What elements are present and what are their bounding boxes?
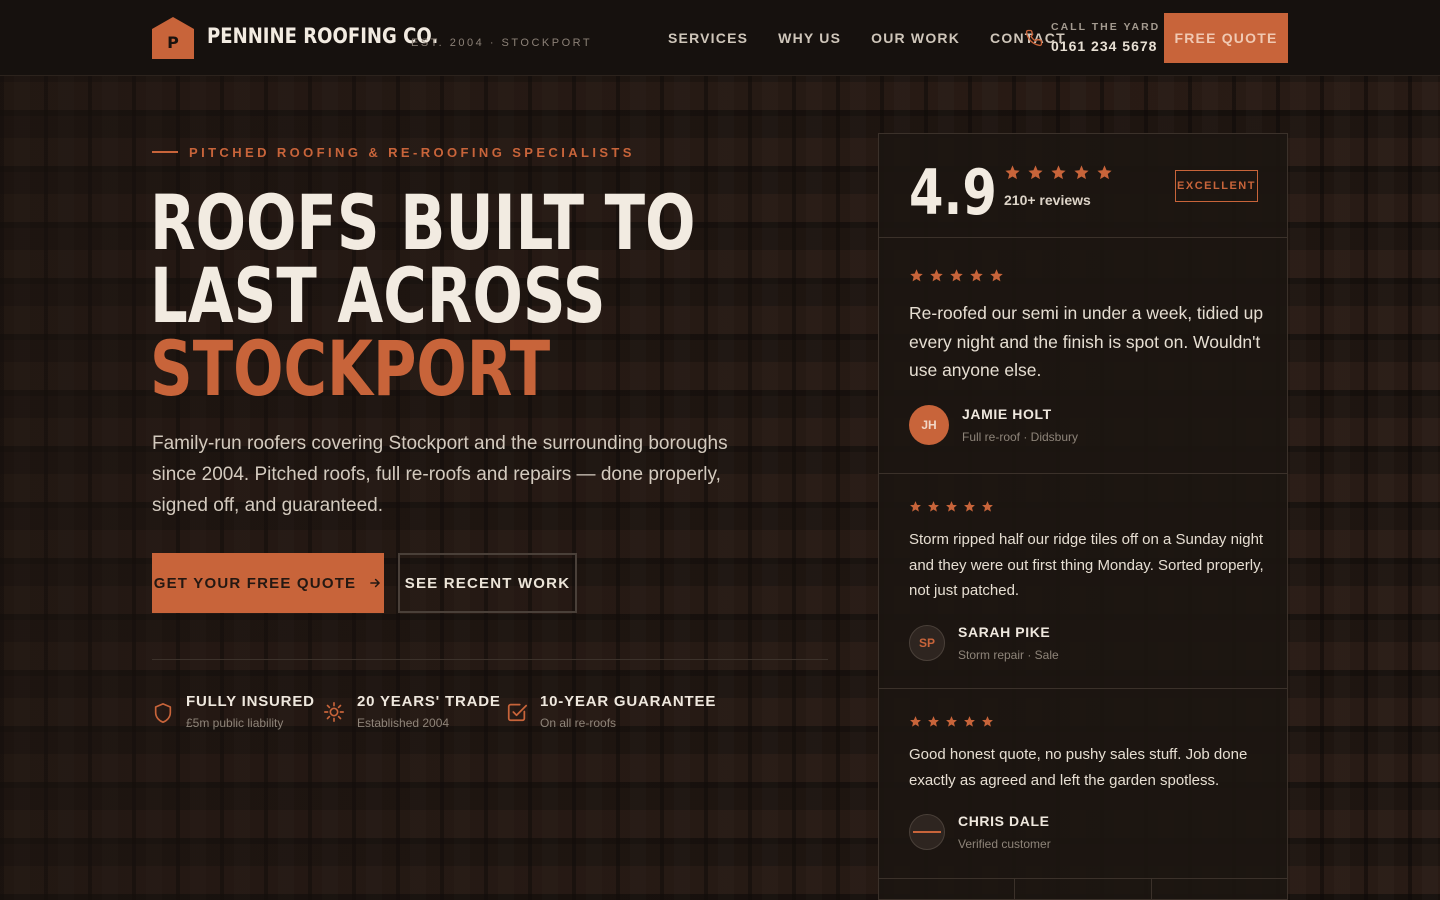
review-card: Good honest quote, no pushy sales stuff.… [909, 715, 1269, 851]
star-icon [990, 269, 1003, 282]
see-recent-work-button[interactable]: SEE RECENT WORK [398, 553, 577, 613]
hero-eyebrow: PITCHED ROOFING & RE-ROOFING SPECIALISTS [189, 145, 635, 160]
star-icon [928, 716, 939, 727]
star-icon [982, 716, 993, 727]
author-name: SARAH PIKE [958, 623, 1051, 640]
badge-title: 20 YEARS' TRADE [357, 693, 501, 710]
star-icon [946, 716, 957, 727]
site-header: P PENNINE ROOFING CO. EST. 2004 · STOCKP… [0, 0, 1440, 76]
check-square-icon [507, 703, 528, 722]
review-author: CHRIS DALE Verified customer [909, 813, 1269, 851]
panel-divider [879, 688, 1287, 689]
nav-why-us[interactable]: WHY US [778, 30, 841, 46]
star-icon [1005, 165, 1020, 180]
star-icon [910, 716, 921, 727]
phone-icon [1025, 29, 1043, 47]
house-logo-icon[interactable]: P [152, 17, 194, 59]
review-stars [909, 715, 1269, 728]
excellent-badge: EXCELLENT [1175, 170, 1258, 202]
avatar [909, 814, 945, 850]
review-text: Storm ripped half our ridge tiles off on… [909, 531, 1264, 599]
star-icon [964, 716, 975, 727]
phone-number-link[interactable]: 0161 234 5678 [1051, 38, 1157, 54]
headline-line-2: LAST ACROSS [150, 251, 606, 340]
call-label: CALL THE YARD [1051, 21, 1161, 33]
shield-icon [154, 703, 172, 723]
review-author: JH JAMIE HOLT Full re-roof · Didsbury [909, 404, 1269, 445]
review-card: Re-roofed our semi in under a week, tidi… [909, 268, 1269, 445]
panel-footer-cell[interactable] [879, 879, 1016, 900]
nav-services[interactable]: SERVICES [668, 30, 748, 46]
sun-icon [324, 702, 344, 722]
star-icon [982, 501, 993, 512]
star-icon [946, 501, 957, 512]
star-icon [910, 501, 921, 512]
author-name: JAMIE HOLT [962, 405, 1052, 422]
avatar: SP [909, 624, 945, 661]
eyebrow-rule [152, 151, 178, 153]
svg-text:P: P [167, 33, 179, 52]
hero-description: Family-run roofers covering Stockport an… [152, 433, 728, 516]
author-detail: Full re-roof · Didsbury [962, 429, 1079, 444]
overall-rating: 4.9 [909, 156, 997, 229]
brand-tagline: EST. 2004 · STOCKPORT [411, 37, 593, 49]
arrow-right-icon [370, 578, 381, 588]
hero-divider [152, 659, 828, 660]
review-card: Storm ripped half our ridge tiles off on… [909, 500, 1269, 662]
review-text: Good honest quote, no pushy sales stuff.… [909, 746, 1248, 789]
headline-accent: STOCKPORT [150, 324, 551, 413]
review-text: Re-roofed our semi in under a week, tidi… [909, 303, 1264, 380]
panel-footer-tabs [879, 879, 1287, 900]
badge-title: 10-YEAR GUARANTEE [540, 693, 717, 710]
author-detail: Storm repair · Sale [958, 647, 1059, 662]
badge-guarantee: 10-YEAR GUARANTEE On all re-roofs [506, 693, 716, 730]
panel-divider [879, 237, 1287, 238]
avatar: JH [909, 404, 949, 445]
star-icon [928, 501, 939, 512]
author-name: CHRIS DALE [958, 813, 1050, 829]
brand-name[interactable]: PENNINE ROOFING CO. [207, 24, 438, 48]
badge-title: FULLY INSURED [186, 693, 315, 710]
main-nav: SERVICES WHY US OUR WORK CONTACT [668, 30, 1066, 46]
primary-cta-label: GET YOUR FREE QUOTE [153, 574, 357, 592]
badge-subtitle: On all re-roofs [540, 716, 617, 730]
panel-footer-cell[interactable] [1015, 879, 1152, 900]
free-quote-button[interactable]: FREE QUOTE [1164, 13, 1288, 63]
reviews-panel: 4.9 210+ reviews EXCELLENT Re-roofed our… [878, 133, 1288, 900]
review-count: 210+ reviews [1004, 192, 1091, 208]
panel-footer-cell[interactable] [1152, 879, 1287, 900]
badge-years: 20 YEARS' TRADE Established 2004 [323, 693, 501, 730]
star-icon [930, 269, 943, 282]
panel-divider [879, 473, 1287, 474]
badge-subtitle: Established 2004 [357, 716, 450, 730]
headline-line-1: ROOFS BUILT TO [150, 178, 696, 267]
author-detail: Verified customer [958, 837, 1051, 851]
review-author: SP SARAH PIKE Storm repair · Sale [909, 624, 1269, 662]
star-icon [1028, 165, 1043, 180]
get-free-quote-button[interactable]: GET YOUR FREE QUOTE [152, 553, 384, 613]
nav-our-work[interactable]: OUR WORK [871, 30, 960, 46]
review-stars [909, 268, 1269, 283]
badge-insured: FULLY INSURED £5m public liability [152, 693, 315, 730]
badge-subtitle: £5m public liability [186, 716, 284, 730]
star-icon [964, 501, 975, 512]
hero-headline: ROOFS BUILT TO LAST ACROSS STOCKPORT [150, 178, 696, 413]
dash-icon [913, 831, 941, 833]
star-icon [910, 269, 923, 282]
star-icon [1097, 165, 1112, 180]
overall-stars [1004, 164, 1113, 181]
star-icon [970, 269, 983, 282]
star-icon [1074, 165, 1089, 180]
review-stars [909, 500, 1269, 513]
star-icon [950, 269, 963, 282]
star-icon [1051, 165, 1066, 180]
